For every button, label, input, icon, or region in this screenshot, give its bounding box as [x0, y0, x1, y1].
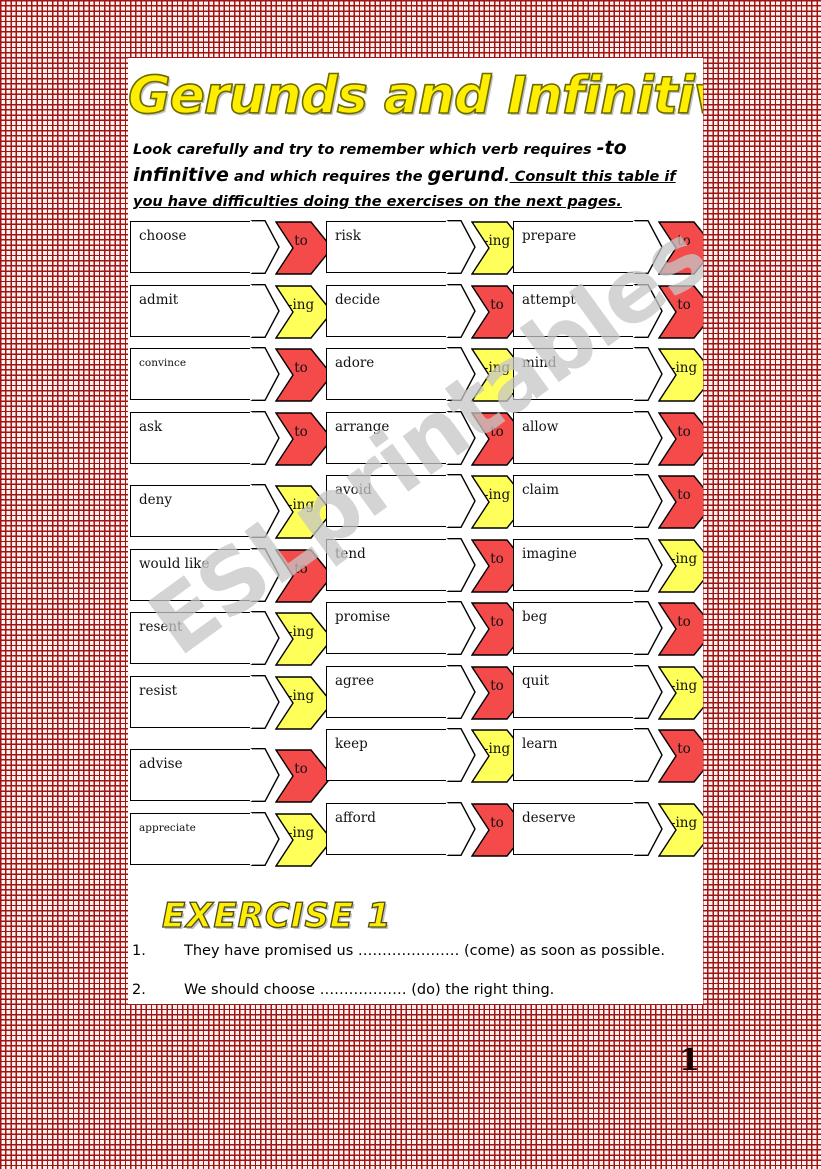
form-chevron-gerund: -ing: [658, 348, 703, 402]
verb-label: resist: [139, 682, 178, 699]
verb-label: ask: [139, 418, 163, 435]
verb-row: resent -ing: [130, 611, 333, 676]
verb-row: learn to: [513, 728, 703, 793]
column-3: prepare to attempt to mind -ing allow to claim to…: [513, 220, 703, 867]
verb-label: risk: [335, 228, 361, 244]
verb-row: admit -ing: [130, 283, 333, 349]
verb-label: would like: [139, 555, 210, 572]
verb-row: appreciate -ing: [130, 811, 333, 877]
page-title: Gerunds and Infinitives: [128, 65, 703, 127]
verb-row: allow to: [513, 410, 703, 476]
verb-label: attempt: [522, 291, 576, 308]
verb-label: afford: [335, 809, 376, 826]
verb-row: claim to: [513, 474, 703, 539]
verb-row: deserve -ing: [513, 801, 703, 867]
form-chevron-infinitive: to: [658, 284, 703, 339]
verb-label: allow: [522, 418, 559, 435]
verb-row: beg to: [513, 601, 703, 666]
verb-row: decide to: [326, 283, 529, 349]
exercise-item-1: 1. They have promised us ………………… (come) a…: [132, 943, 698, 959]
verb-label: imagine: [522, 545, 577, 562]
instructions-infinitive: infinitive: [133, 164, 229, 186]
form-chevron-infinitive: to: [658, 221, 703, 275]
verb-row: imagine -ing: [513, 537, 703, 603]
verb-label: tend: [335, 545, 366, 562]
verb-label: resent: [139, 619, 183, 635]
verb-label: advise: [139, 756, 183, 772]
verb-row: deny -ing: [130, 484, 333, 549]
verb-row: avoid -ing: [326, 474, 529, 539]
verb-row: ask to: [130, 410, 333, 476]
instructions-line1-to: -to: [596, 137, 627, 159]
verb-label: convince: [139, 357, 187, 369]
verb-label: promise: [335, 609, 391, 625]
form-chevron-infinitive: to: [658, 602, 703, 656]
verb-row: prepare to: [513, 220, 703, 285]
verb-label: avoid: [335, 482, 372, 498]
verb-row: risk -ing: [326, 220, 529, 285]
verb-row: promise to: [326, 601, 529, 666]
verb-row: would like to: [130, 547, 333, 613]
exercise-item-1-number: 1.: [132, 943, 146, 959]
verb-label: learn: [522, 736, 558, 752]
verb-label: mind: [522, 355, 557, 371]
verb-row: attempt to: [513, 283, 703, 349]
form-chevron-infinitive: to: [658, 729, 703, 783]
instructions-line1-part1: Look carefully and try to remember which…: [133, 142, 597, 158]
verb-label: quit: [522, 672, 550, 689]
column-2: risk -ing decide to adore -ing arrange to avoid -…: [326, 220, 529, 867]
worksheet-page: Gerunds and Infinitives Look carefully a…: [128, 58, 703, 1004]
verb-row: mind -ing: [513, 347, 703, 412]
verb-label: deserve: [522, 809, 576, 826]
form-chevron-infinitive: to: [658, 411, 703, 466]
instructions-line2-part5: Consult this table if: [509, 169, 676, 185]
verb-label: prepare: [522, 228, 577, 244]
verb-row: advise to: [130, 748, 333, 813]
verb-label: admit: [139, 291, 179, 308]
verb-label: arrange: [335, 418, 390, 435]
verb-row: agree to: [326, 664, 529, 730]
column-1: choose to admit -ing convince to ask to deny -ing…: [130, 220, 333, 877]
form-chevron-gerund: -ing: [658, 802, 703, 857]
verb-label: claim: [522, 482, 560, 498]
form-chevron-gerund: -ing: [658, 665, 703, 720]
verb-row: afford to: [326, 801, 529, 867]
verb-row: convince to: [130, 347, 333, 412]
verb-row: resist -ing: [130, 674, 333, 740]
verb-label: deny: [139, 492, 172, 508]
instructions-gerund: gerund: [427, 164, 505, 186]
verb-row: adore -ing: [326, 347, 529, 412]
exercise-item-2-number: 2.: [132, 982, 146, 998]
verb-row: tend to: [326, 537, 529, 603]
verb-table: choose to admit -ing convince to ask to deny -ing…: [128, 220, 703, 871]
exercise-item-2-text: We should choose ……………… (do) the right t…: [184, 982, 555, 998]
instructions-line2-part2: and which requires the: [228, 169, 428, 185]
verb-label: decide: [335, 291, 381, 308]
exercise-item-2: 2. We should choose ……………… (do) the right…: [132, 982, 698, 998]
form-chevron-infinitive: to: [658, 475, 703, 529]
verb-row: arrange to: [326, 410, 529, 476]
verb-label: appreciate: [139, 821, 196, 834]
instructions-line3: you have difficulties doing the exercise…: [133, 194, 622, 210]
exercise-item-1-text: They have promised us ………………… (come) as …: [184, 943, 665, 959]
verb-label: adore: [335, 355, 375, 371]
verb-box: [130, 348, 252, 400]
verb-row: keep -ing: [326, 728, 529, 793]
verb-label: agree: [335, 672, 375, 689]
verb-box: [130, 812, 252, 865]
form-chevron-gerund: -ing: [658, 538, 703, 593]
verb-row: choose to: [130, 220, 333, 285]
verb-label: choose: [139, 228, 187, 244]
verb-label: keep: [335, 736, 368, 752]
verb-label: beg: [522, 609, 548, 625]
exercise-heading: EXERCISE 1: [161, 895, 392, 936]
page-number: 1: [679, 1043, 700, 1078]
verb-row: quit -ing: [513, 664, 703, 730]
instructions-paragraph: Look carefully and try to remember which…: [133, 136, 698, 215]
